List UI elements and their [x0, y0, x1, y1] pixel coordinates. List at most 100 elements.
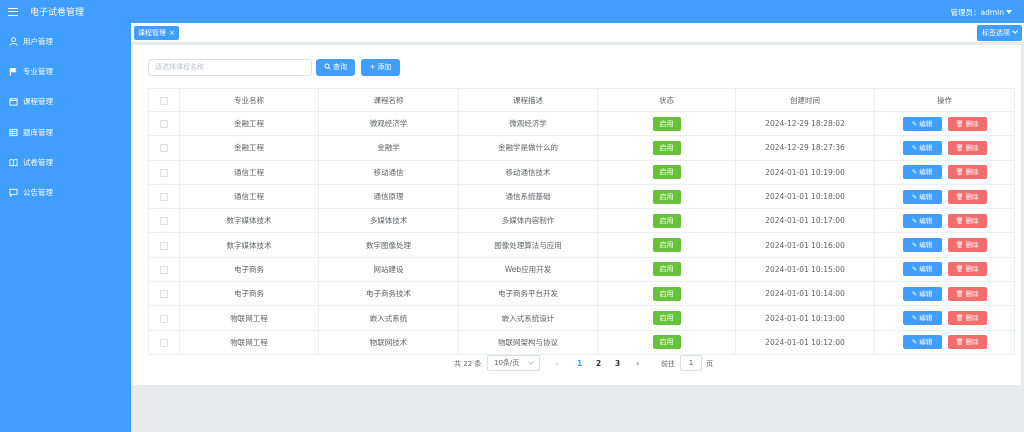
- status-badge[interactable]: 启用: [652, 213, 681, 228]
- row-select-cell: [148, 257, 180, 283]
- major-cell: 物联网工程: [179, 305, 319, 331]
- sidebar-item-courses[interactable]: 课程管理: [0, 87, 131, 117]
- row-select-cell: [148, 281, 180, 307]
- delete-button[interactable]: 🗑 删除: [947, 335, 987, 350]
- tag-options-button[interactable]: 标签选项: [977, 25, 1022, 41]
- status-cell: 启用: [597, 281, 736, 307]
- select-all-checkbox[interactable]: [160, 96, 168, 105]
- row-checkbox[interactable]: [160, 265, 168, 274]
- delete-button[interactable]: 🗑 删除: [947, 213, 987, 228]
- content-card: 请选择课程名称 查询 + 添加 专业名称 课程名称 课程描述 状态 创建时间 操作: [133, 45, 1021, 385]
- created-time-cell: 2024-01-01 10:19:00: [735, 160, 875, 185]
- status-cell: 启用: [597, 160, 736, 185]
- next-page-button[interactable]: ›: [636, 359, 639, 368]
- table-row: 通信工程 移动通信 移动通信技术 启用 2024-01-01 10:19:00 ✎ 编辑 🗑…: [148, 160, 1015, 185]
- row-checkbox[interactable]: [160, 338, 168, 347]
- delete-button[interactable]: 🗑 删除: [947, 116, 987, 131]
- sidebar-item-announcements[interactable]: 公告管理: [0, 177, 131, 207]
- actions-cell: ✎ 编辑 🗑 删除: [874, 208, 1015, 234]
- delete-button[interactable]: 🗑 删除: [947, 311, 987, 326]
- trash-icon: 🗑: [955, 289, 966, 298]
- edit-button[interactable]: ✎ 编辑: [902, 262, 942, 277]
- brand: 电子试卷管理: [0, 0, 131, 23]
- delete-button[interactable]: 🗑 删除: [947, 262, 987, 277]
- row-checkbox[interactable]: [160, 120, 168, 129]
- delete-button[interactable]: 🗑 删除: [947, 189, 987, 204]
- edit-button[interactable]: ✎ 编辑: [902, 140, 942, 155]
- status-badge[interactable]: 启用: [652, 286, 681, 301]
- row-select-cell: [148, 208, 180, 234]
- edit-label: 编辑: [919, 168, 933, 177]
- query-label: 查询: [333, 63, 347, 71]
- row-checkbox[interactable]: [160, 168, 168, 177]
- column-header: 专业名称: [179, 88, 319, 112]
- actions-cell: ✎ 编辑 🗑 删除: [874, 281, 1015, 307]
- row-checkbox[interactable]: [160, 290, 168, 299]
- edit-button[interactable]: ✎ 编辑: [902, 286, 942, 301]
- row-checkbox[interactable]: [160, 144, 168, 153]
- row-checkbox[interactable]: [160, 217, 168, 226]
- delete-label: 删除: [965, 338, 979, 347]
- major-cell: 物联网工程: [179, 330, 319, 355]
- edit-button[interactable]: ✎ 编辑: [902, 238, 942, 253]
- prev-page-button[interactable]: ‹: [555, 359, 558, 368]
- description-cell: 移动通信技术: [458, 160, 598, 185]
- row-checkbox[interactable]: [160, 314, 168, 323]
- tag-bar: 课程管理 × 标签选项: [131, 23, 1024, 43]
- total-count: 共 22 条: [454, 360, 482, 368]
- delete-button[interactable]: 🗑 删除: [947, 238, 987, 253]
- delete-button[interactable]: 🗑 删除: [947, 140, 987, 155]
- course-cell: 嵌入式系统: [318, 305, 459, 331]
- edit-button[interactable]: ✎ 编辑: [902, 335, 942, 350]
- select-all-cell: [148, 88, 180, 112]
- delete-label: 删除: [965, 143, 979, 152]
- status-cell: 启用: [597, 184, 736, 210]
- delete-button[interactable]: 🗑 删除: [947, 165, 987, 180]
- delete-label: 删除: [965, 314, 979, 323]
- sidebar-item-label: 题库管理: [23, 127, 53, 137]
- page-size-select[interactable]: 10条/页: [487, 355, 540, 371]
- edit-button[interactable]: ✎ 编辑: [902, 311, 942, 326]
- status-badge[interactable]: 启用: [652, 238, 681, 253]
- edit-button[interactable]: ✎ 编辑: [902, 116, 942, 131]
- created-time-cell: 2024-01-01 10:15:00: [735, 257, 875, 283]
- sliders-icon[interactable]: [8, 7, 18, 17]
- course-cell: 金融学: [318, 135, 459, 161]
- course-search-input[interactable]: 请选择课程名称: [148, 59, 312, 76]
- sidebar-item-majors[interactable]: 专业管理: [0, 56, 131, 86]
- close-icon[interactable]: ×: [169, 29, 175, 37]
- page-3-button[interactable]: 3: [615, 359, 620, 368]
- page-1-button[interactable]: 1: [577, 359, 582, 368]
- goto-page-input[interactable]: 1: [680, 355, 702, 371]
- edit-button[interactable]: ✎ 编辑: [902, 189, 942, 204]
- delete-button[interactable]: 🗑 删除: [947, 286, 987, 301]
- user-menu[interactable]: 管理员：admin: [951, 7, 1012, 18]
- edit-button[interactable]: ✎ 编辑: [902, 213, 942, 228]
- chevron-down-icon: [1012, 28, 1018, 34]
- sidebar-item-question-bank[interactable]: 题库管理: [0, 117, 131, 147]
- page-2-button[interactable]: 2: [596, 359, 601, 368]
- status-badge[interactable]: 启用: [652, 165, 681, 180]
- query-button[interactable]: 查询: [316, 59, 355, 76]
- row-checkbox[interactable]: [160, 241, 168, 250]
- description-cell: 嵌入式系统设计: [458, 305, 598, 331]
- app-title: 电子试卷管理: [30, 8, 85, 18]
- edit-label: 编辑: [919, 119, 933, 128]
- status-badge[interactable]: 启用: [652, 140, 681, 155]
- row-checkbox[interactable]: [160, 193, 168, 202]
- status-badge[interactable]: 启用: [652, 189, 681, 204]
- description-cell: 微观经济学: [458, 111, 598, 137]
- actions-cell: ✎ 编辑 🗑 删除: [874, 330, 1015, 355]
- sidebar-item-exams[interactable]: 试卷管理: [0, 147, 131, 177]
- add-button[interactable]: + 添加: [361, 59, 400, 76]
- edit-button[interactable]: ✎ 编辑: [902, 165, 942, 180]
- status-badge[interactable]: 启用: [652, 335, 681, 350]
- description-cell: 通信系统基础: [458, 184, 598, 210]
- tab-course-management[interactable]: 课程管理 ×: [134, 26, 179, 40]
- major-cell: 数字媒体技术: [179, 232, 319, 258]
- status-badge[interactable]: 启用: [652, 262, 681, 277]
- status-badge[interactable]: 启用: [652, 116, 681, 131]
- sidebar-item-users[interactable]: 用户管理: [0, 26, 131, 56]
- column-header: 课程描述: [458, 88, 598, 112]
- status-badge[interactable]: 启用: [652, 311, 681, 326]
